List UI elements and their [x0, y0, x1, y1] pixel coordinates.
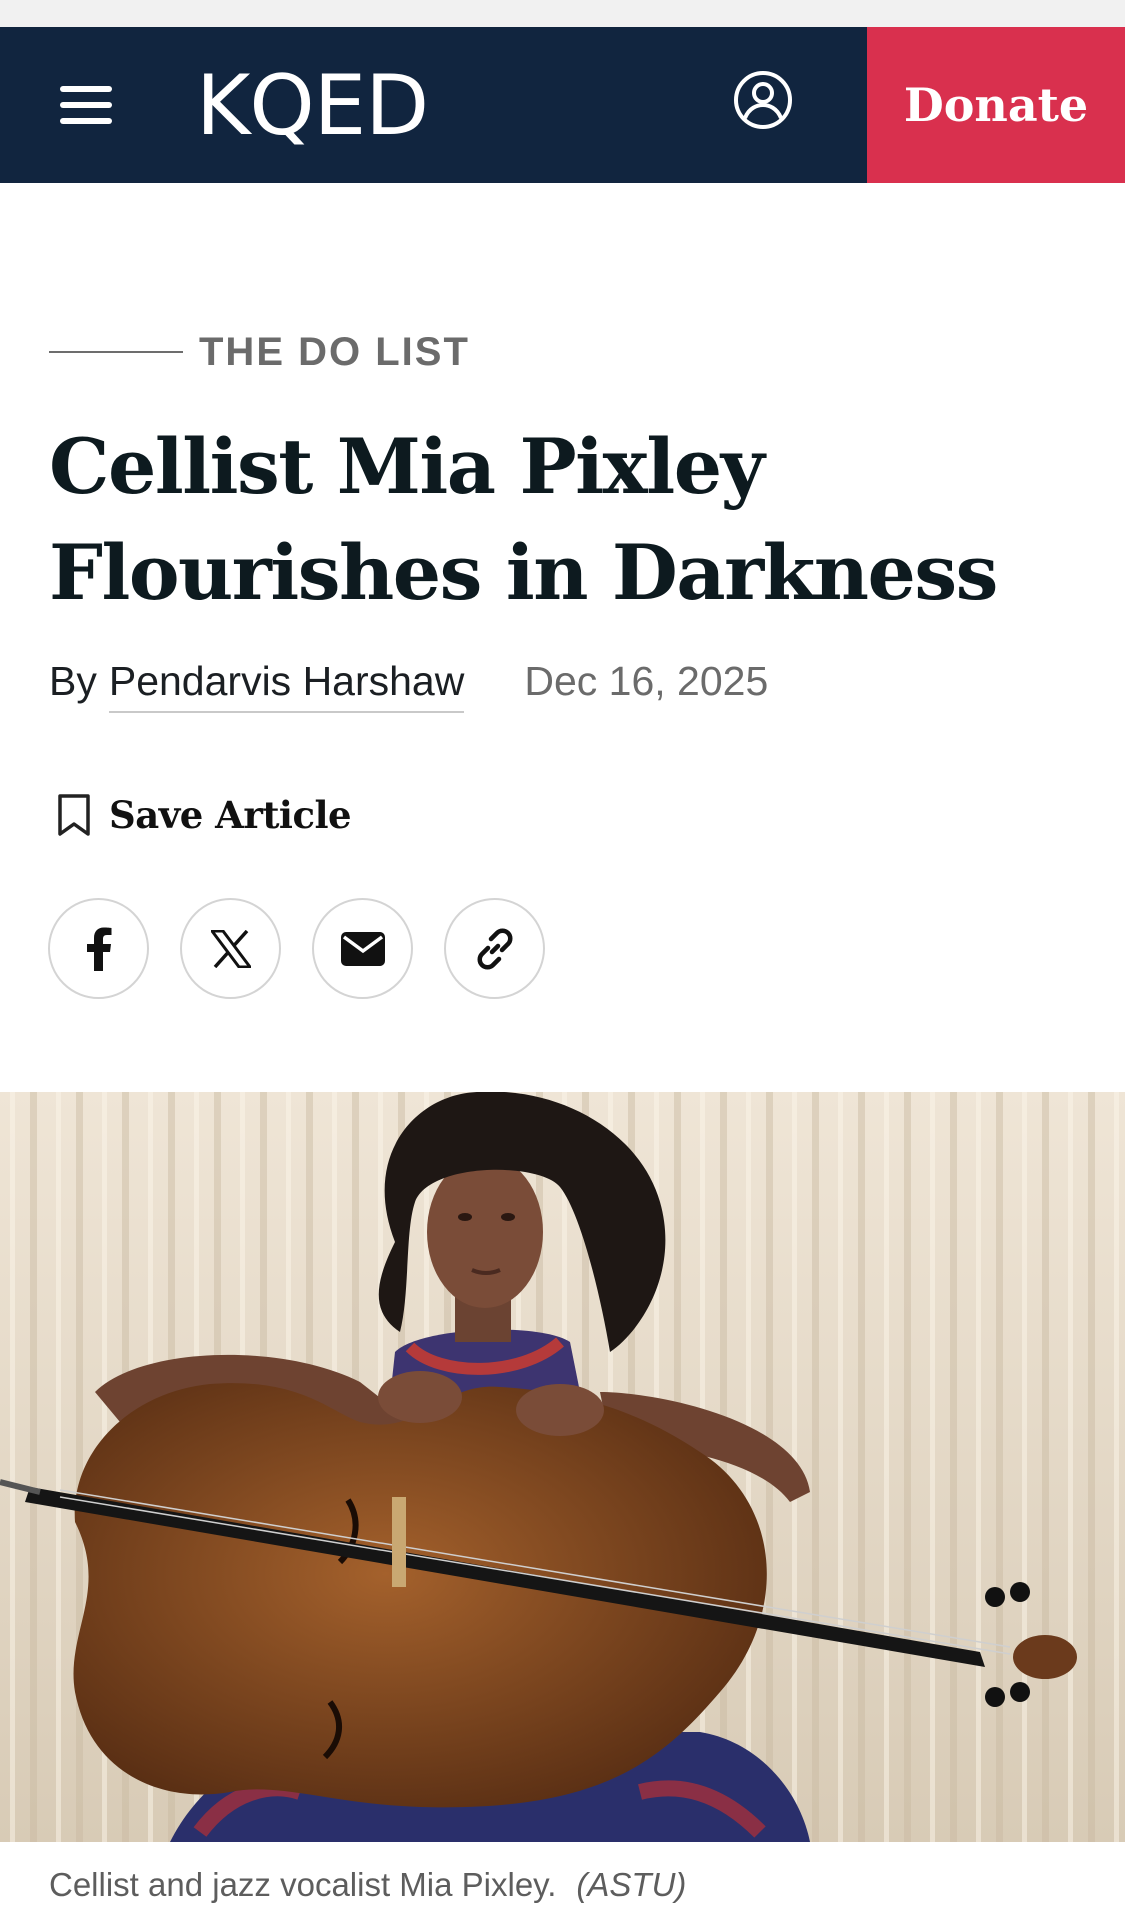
facebook-icon [86, 927, 111, 971]
account-button[interactable] [731, 68, 795, 132]
article-hero-image[interactable] [0, 1092, 1125, 1842]
section-kicker[interactable]: THE DO LIST [49, 328, 470, 376]
photo-credit: (ASTU) [576, 1866, 687, 1903]
image-caption: Cellist and jazz vocalist Mia Pixley. (AS… [49, 1866, 686, 1904]
publish-date: Dec 16, 2025 [524, 658, 769, 704]
copy-link-icon [477, 928, 512, 969]
user-account-icon [734, 71, 792, 129]
email-icon [340, 931, 385, 966]
caption-text: Cellist and jazz vocalist Mia Pixley. [49, 1866, 557, 1903]
site-header: KQED Donate [0, 27, 1125, 183]
byline: By Pendarvis Harshaw Dec 16, 2025 [49, 658, 768, 718]
copy-link-button[interactable] [444, 898, 545, 999]
menu-button[interactable] [58, 80, 116, 130]
status-bar-strip [0, 0, 1125, 27]
share-buttons [48, 898, 576, 1002]
cellist-photo [0, 1092, 1125, 1842]
save-article-label: Save Article [109, 793, 352, 837]
x-twitter-icon [210, 929, 251, 968]
byline-prefix: By [49, 658, 97, 704]
article-headline: Cellist Mia Pixley Flourishes in Darknes… [49, 422, 998, 617]
share-x-button[interactable] [180, 898, 281, 999]
share-email-button[interactable] [312, 898, 413, 999]
kqed-logo[interactable]: KQED [196, 61, 429, 151]
bookmark-icon [58, 794, 90, 836]
share-facebook-button[interactable] [48, 898, 149, 999]
save-article-button[interactable]: Save Article [57, 785, 352, 845]
donate-button[interactable]: Donate [867, 27, 1125, 183]
kicker-label: THE DO LIST [199, 329, 470, 374]
author-link[interactable]: Pendarvis Harshaw [108, 658, 465, 713]
kicker-divider [49, 351, 183, 353]
